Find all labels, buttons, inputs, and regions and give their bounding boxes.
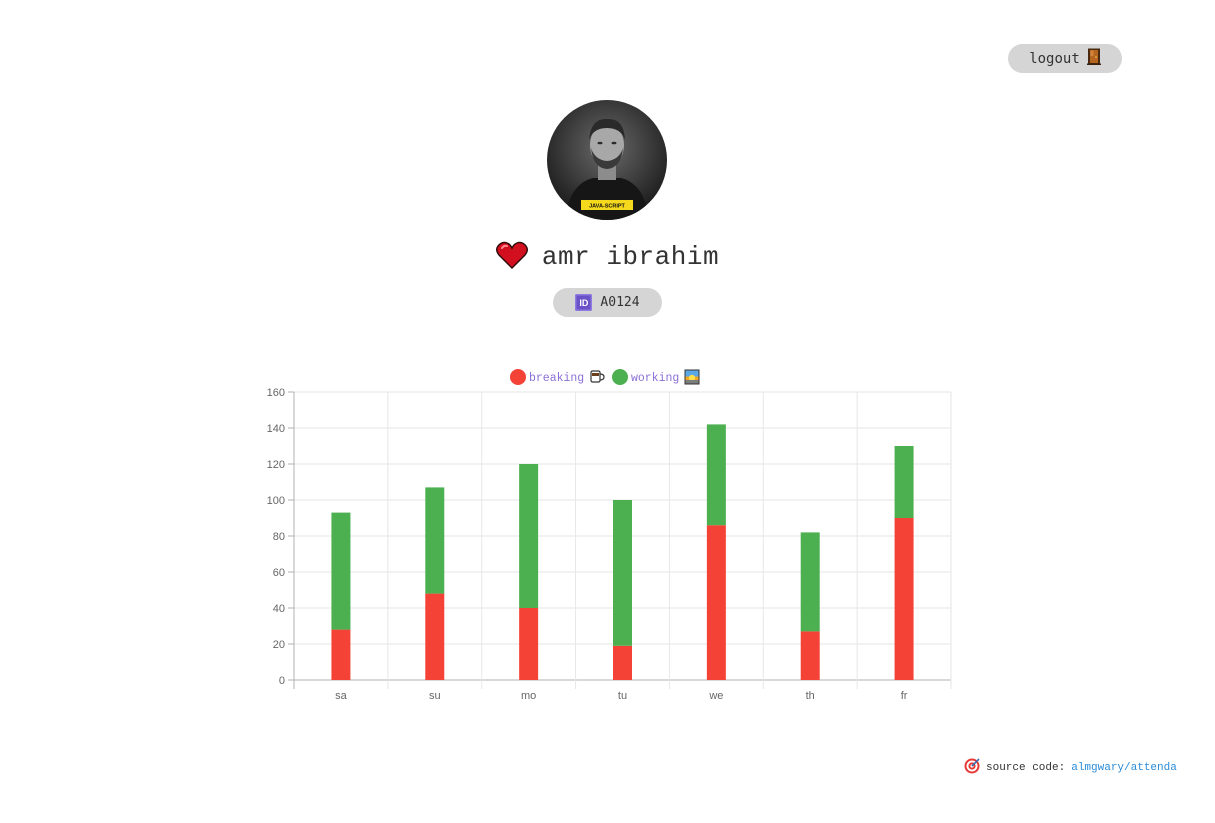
y-tick-label: 20 (273, 639, 285, 651)
bar-working-fr (894, 446, 914, 518)
bar-breaking-th (800, 631, 820, 680)
bar-working-mo (519, 464, 539, 608)
x-tick-label: we (708, 690, 723, 702)
sunrise-icon-sun (688, 374, 696, 382)
y-tick-label: 140 (267, 423, 285, 435)
bar-working-we (706, 424, 726, 526)
profile-name-row: amr ibrahim (0, 238, 1215, 276)
door-icon (1086, 48, 1101, 69)
legend-label-working: working (631, 372, 679, 385)
bar-working-th (800, 532, 820, 632)
y-tick-label: 80 (273, 531, 285, 543)
bar-breaking-mo (519, 608, 539, 680)
source-code-label: source code: (986, 762, 1066, 774)
x-tick-label: sa (335, 690, 348, 702)
legend-label-breaking: breaking (529, 372, 584, 385)
heart-icon (495, 241, 528, 273)
bar-working-sa (331, 512, 351, 630)
logout-button[interactable]: logout (1008, 44, 1122, 73)
x-tick-label: su (429, 690, 441, 702)
coffee-icon-handle (599, 373, 605, 381)
bar-breaking-su (425, 593, 445, 680)
x-tick-label: th (806, 690, 815, 702)
sunrise-icon (684, 369, 700, 385)
sunrise-icon-sky (685, 370, 699, 377)
coffee-icon-liquid (592, 373, 599, 376)
profile-name: amr ibrahim (541, 242, 720, 272)
y-tick-label: 60 (273, 567, 285, 579)
x-tick-label: fr (901, 690, 908, 702)
x-tick-label: tu (618, 690, 627, 702)
bar-working-su (425, 487, 445, 594)
y-tick-label: 40 (273, 603, 285, 615)
legend-swatch-breaking (510, 369, 526, 385)
y-tick-label: 120 (267, 459, 285, 471)
legend-swatch-working (612, 369, 628, 385)
bar-breaking-tu (613, 645, 632, 680)
bar-breaking-sa (331, 629, 351, 680)
id-icon: ID (575, 294, 593, 311)
avatar: JAVA-SCRIPT (547, 100, 667, 220)
y-tick-label: 100 (267, 495, 285, 507)
y-tick-label: 160 (267, 387, 285, 399)
employee-id-badge: ID A0124 (553, 288, 662, 317)
coffee-icon (590, 370, 601, 383)
source-code-link[interactable]: almgwary/attenda (1071, 762, 1177, 774)
bar-breaking-fr (894, 518, 914, 680)
y-tick-label: 0 (279, 675, 285, 687)
employee-id: A0124 (600, 295, 640, 310)
bar-breaking-we (706, 525, 726, 680)
target-icon (964, 758, 980, 778)
source-code-footer: source code: almgwary/attenda (964, 758, 1177, 778)
sunrise-icon-ground (685, 380, 699, 384)
logout-label: logout (1029, 50, 1080, 67)
x-tick-label: mo (521, 690, 536, 702)
avatar-shirt-text: JAVA-SCRIPT (589, 204, 625, 210)
bar-working-tu (613, 500, 632, 646)
